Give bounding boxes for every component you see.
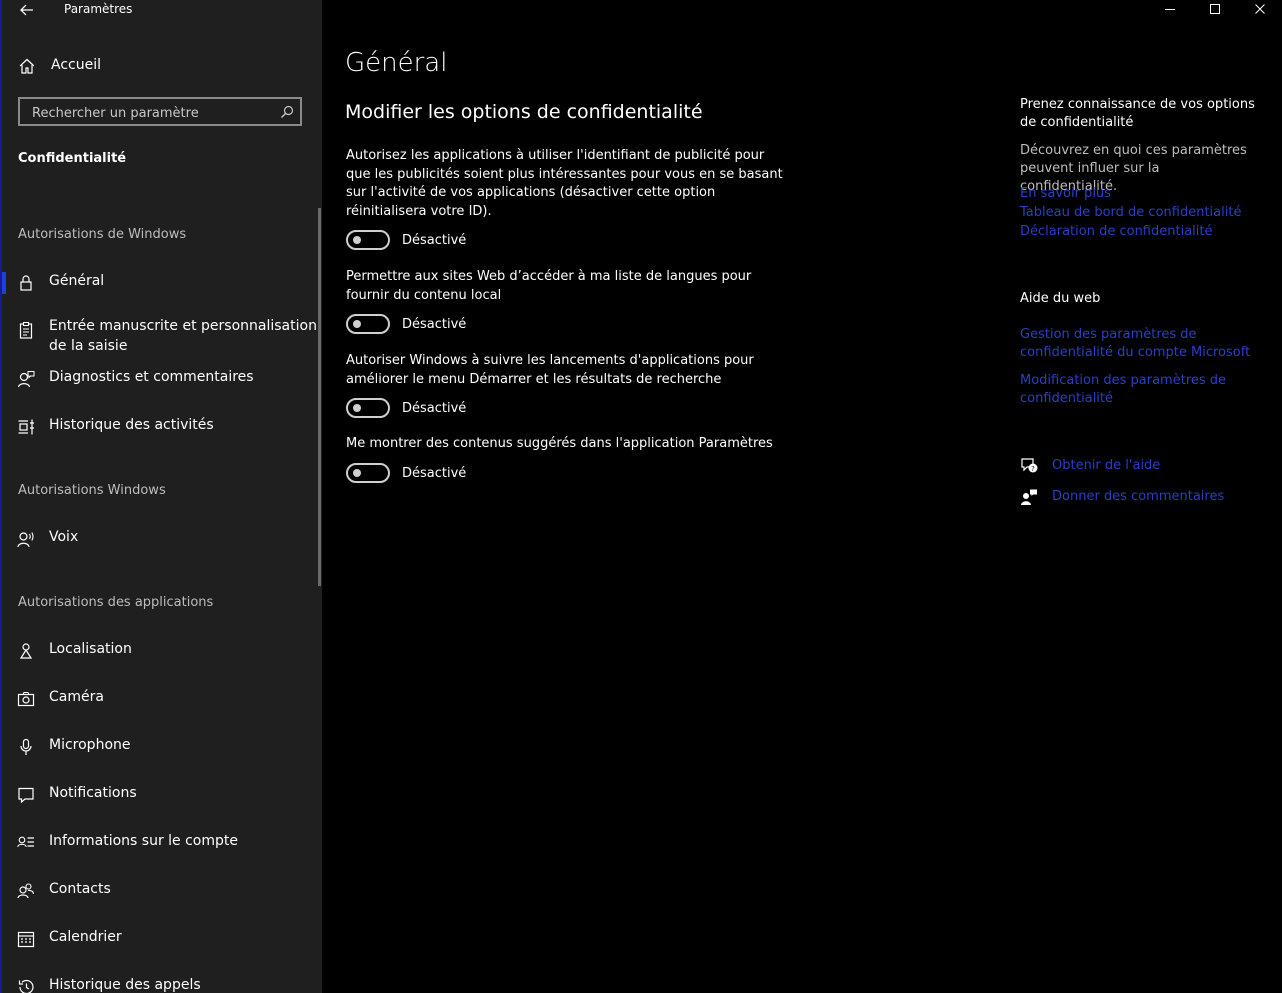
sidebar-scrollbar[interactable] <box>318 208 321 586</box>
sidebar-item-diagnostics[interactable]: Diagnostics et commentaires <box>0 358 320 398</box>
call-history-icon <box>18 979 34 993</box>
sidebar-item-label: Calendrier <box>49 929 122 945</box>
clipboard-icon <box>19 321 33 339</box>
microsoft-account-privacy-link[interactable]: Gestion des paramètres de confidentialit… <box>1020 326 1260 362</box>
language-list-toggle[interactable] <box>346 314 390 334</box>
change-privacy-settings-link[interactable]: Modification des paramètres de confident… <box>1020 372 1260 408</box>
sidebar-item-activity-history[interactable]: Historique des activités <box>0 406 320 446</box>
notification-icon <box>18 787 34 804</box>
toggle-knob <box>353 236 361 244</box>
help-chat-icon: ? <box>1021 458 1038 473</box>
sidebar-item-label: Informations sur le compte <box>49 833 238 849</box>
search-input[interactable] <box>30 103 274 123</box>
group-heading-windows-permissions: Autorisations de Windows <box>18 227 187 242</box>
account-info-icon <box>17 836 34 848</box>
toggle-knob <box>353 320 361 328</box>
get-help-link[interactable]: ? Obtenir de l'aide <box>1020 457 1260 477</box>
location-icon <box>19 643 33 659</box>
web-help-heading: Aide du web <box>1020 291 1101 306</box>
language-list-state: Désactivé <box>402 317 467 332</box>
sidebar-item-label: Localisation <box>49 641 132 657</box>
search-box[interactable] <box>18 97 302 126</box>
learn-more-link[interactable]: En savoir plus <box>1020 185 1260 203</box>
lock-icon <box>20 275 32 291</box>
advertising-id-toggle[interactable] <box>346 230 390 250</box>
sidebar-item-calendar[interactable]: Calendrier <box>0 918 320 958</box>
sidebar-item-label: Voix <box>49 529 79 545</box>
advertising-id-state: Désactivé <box>402 233 467 248</box>
back-arrow-icon <box>20 4 33 16</box>
sidebar-item-label: Historique des activités <box>49 417 214 433</box>
toggle-knob <box>353 404 361 412</box>
sidebar-item-microphone[interactable]: Microphone <box>0 726 320 766</box>
sidebar-item-notifications[interactable]: Notifications <box>0 774 320 814</box>
app-launch-tracking-state: Désactivé <box>402 401 467 416</box>
microphone-icon <box>20 738 32 755</box>
maximize-icon <box>1210 4 1220 14</box>
contacts-icon <box>17 883 35 899</box>
give-feedback-label: Donner des commentaires <box>1052 489 1225 504</box>
option-suggested-content-text: Me montrer des contenus suggérés dans l'… <box>346 436 773 451</box>
timeline-icon <box>18 419 34 435</box>
sidebar-item-account-info[interactable]: Informations sur le compte <box>0 822 320 862</box>
suggested-content-state: Désactivé <box>402 466 467 481</box>
option-language-list-text: Permettre aux sites Web d’accéder à ma l… <box>346 269 752 303</box>
group-heading-windows-permissions-2: Autorisations Windows <box>18 483 166 498</box>
sidebar-item-inking[interactable]: Entrée manuscrite et personnalisation de… <box>0 312 320 354</box>
option-advertising-id-text: Autorisez les applications à utiliser l'… <box>346 148 783 219</box>
selection-indicator <box>2 272 6 294</box>
home-icon <box>19 58 35 74</box>
sidebar-item-label: Historique des appels <box>49 977 201 993</box>
section-title: Confidentialité <box>18 151 127 166</box>
sidebar-item-voice[interactable]: Voix <box>0 518 320 558</box>
close-button[interactable] <box>1238 0 1282 20</box>
privacy-dashboard-link[interactable]: Tableau de bord de confidentialité <box>1020 204 1260 222</box>
sidebar-item-label: Notifications <box>49 785 137 801</box>
sidebar-item-general[interactable]: Général <box>0 262 320 302</box>
back-button[interactable] <box>18 1 36 19</box>
window-title: Paramètres <box>64 2 133 16</box>
suggested-content-toggle[interactable] <box>346 463 390 483</box>
svg-text:?: ? <box>1031 465 1035 473</box>
learn-heading: Prenez connaissance de vos options de co… <box>1020 97 1255 130</box>
close-icon <box>1255 4 1265 14</box>
privacy-statement-link[interactable]: Déclaration de confidentialité <box>1020 223 1260 241</box>
minimize-button[interactable] <box>1148 0 1192 20</box>
toggle-knob <box>353 469 361 477</box>
sidebar-item-contacts[interactable]: Contacts <box>0 870 320 910</box>
group-heading-app-permissions: Autorisations des applications <box>18 595 214 610</box>
feedback-icon <box>1021 489 1037 505</box>
sidebar-item-camera[interactable]: Caméra <box>0 678 320 718</box>
sidebar-item-label: Contacts <box>49 881 111 897</box>
sidebar: Paramètres Accueil Confidentialité Autor… <box>0 0 322 993</box>
calendar-icon <box>17 931 35 948</box>
option-app-launch-tracking-text: Autoriser Windows à suivre les lancement… <box>346 353 754 387</box>
page-subtitle: Modifier les options de confidentialité <box>345 101 703 123</box>
sidebar-item-location[interactable]: Localisation <box>0 630 320 670</box>
sidebar-item-call-history[interactable]: Historique des appels <box>0 966 320 993</box>
get-help-label: Obtenir de l'aide <box>1052 458 1161 473</box>
nav-home[interactable]: Accueil <box>0 52 322 80</box>
camera-icon <box>17 691 35 707</box>
home-label: Accueil <box>51 57 101 73</box>
sidebar-item-label: Général <box>49 273 105 289</box>
sidebar-item-label: Caméra <box>49 689 104 705</box>
speech-icon <box>17 532 34 548</box>
give-feedback-link[interactable]: Donner des commentaires <box>1020 488 1260 508</box>
minimize-icon <box>1165 9 1175 10</box>
feedback-person-icon <box>17 371 35 388</box>
app-launch-tracking-toggle[interactable] <box>346 398 390 418</box>
search-icon[interactable] <box>280 105 294 119</box>
sidebar-item-label: Entrée manuscrite et personnalisation de… <box>49 318 317 354</box>
sidebar-item-label: Diagnostics et commentaires <box>49 369 254 385</box>
maximize-button[interactable] <box>1193 0 1237 20</box>
sidebar-item-label: Microphone <box>49 737 131 753</box>
page-title: Général <box>345 48 448 78</box>
